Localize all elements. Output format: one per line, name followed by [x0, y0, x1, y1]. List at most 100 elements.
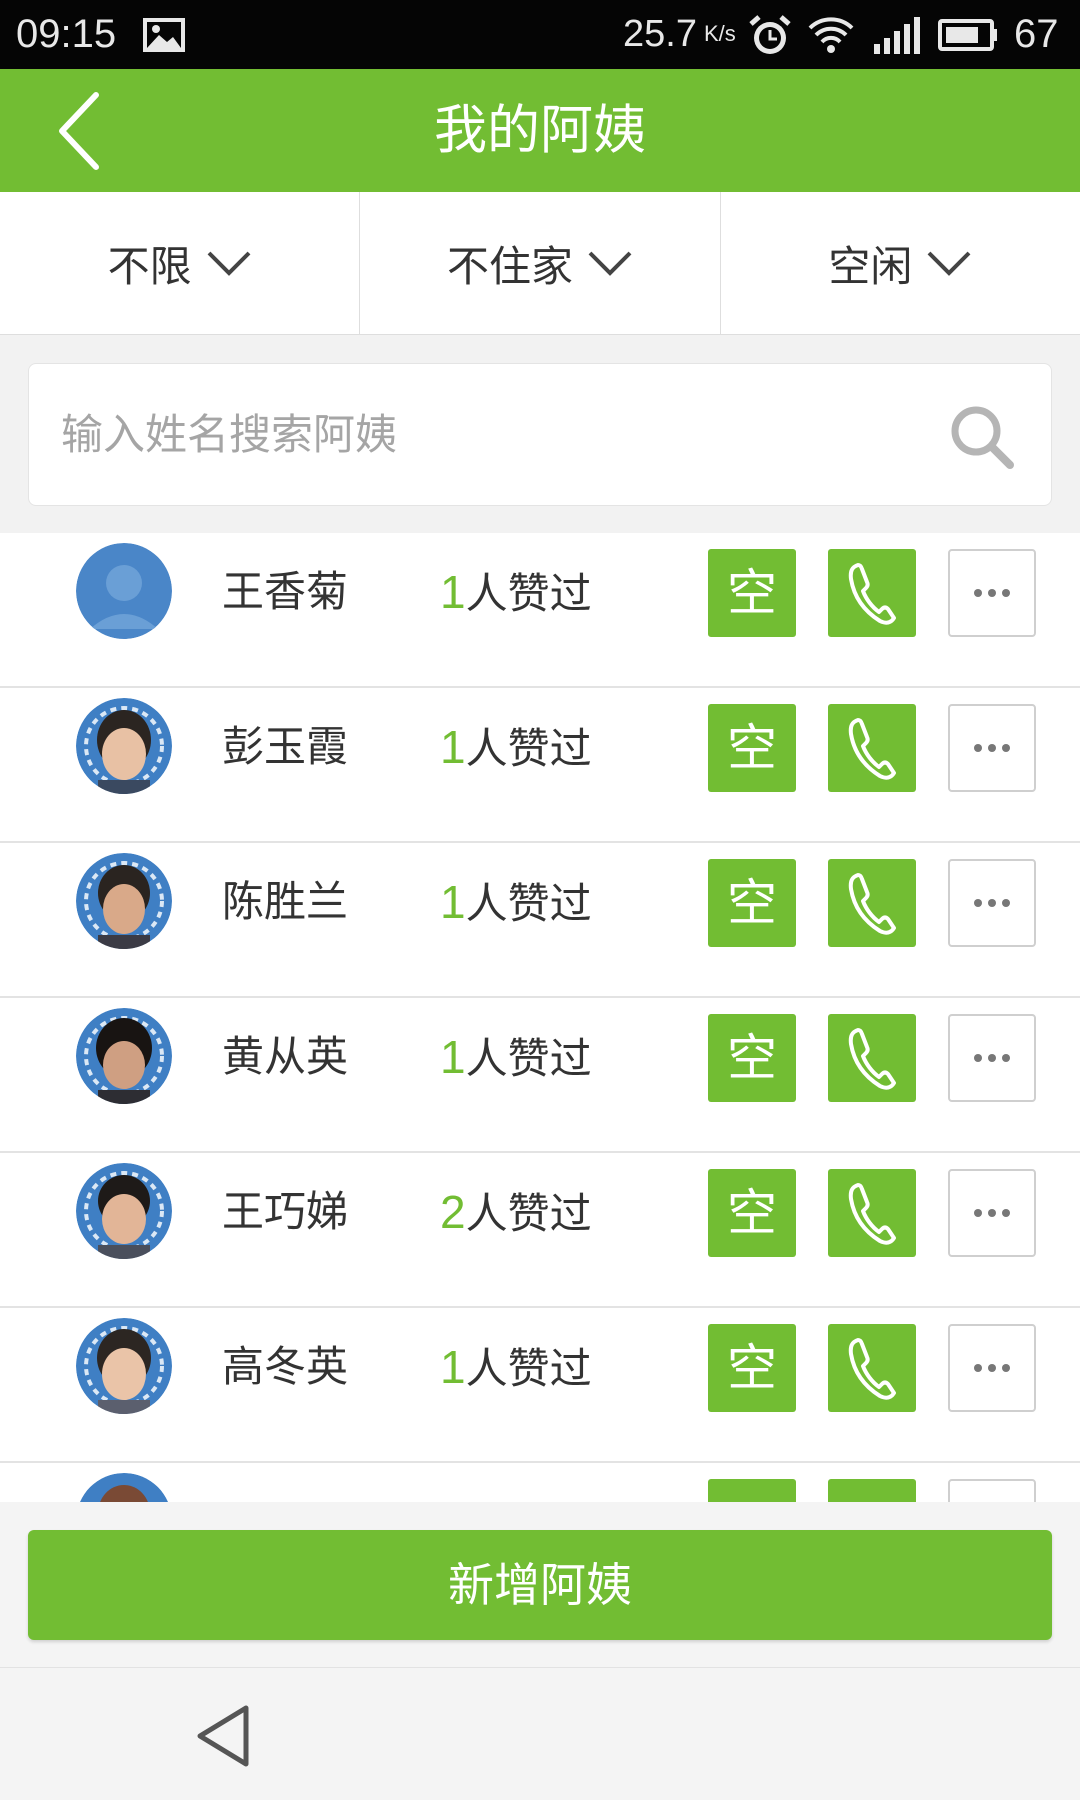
filter-tab-label: 空闲 [828, 241, 913, 291]
filter-tab-label: 不限 [107, 241, 192, 291]
call-button[interactable] [828, 704, 916, 792]
system-nav-bar [0, 1668, 1080, 1800]
battery-percent: 67 [1014, 12, 1059, 56]
likes-count: 1 [440, 1341, 466, 1393]
likes-suffix: 人赞过 [465, 569, 592, 618]
more-button[interactable] [948, 1324, 1036, 1412]
more-button[interactable] [948, 1014, 1036, 1102]
avatar[interactable] [76, 543, 172, 639]
nanny-name: 彭玉霞 [222, 722, 349, 771]
alarm-icon [749, 15, 791, 54]
filter-tab-label: 不住家 [446, 241, 573, 291]
nanny-list: 王香菊 1人赞过 空 彭玉霞 1人赞过 空 陈胜兰 1人赞过 空 黄从英 1人赞… [0, 533, 1080, 1502]
nav-back-icon[interactable] [194, 1704, 254, 1768]
list-item: 王巧娣 2人赞过 空 [0, 1153, 1080, 1308]
likes-text: 1人赞过 [440, 719, 592, 777]
likes-suffix: 人赞过 [465, 1034, 592, 1083]
filter-tab-residence[interactable]: 不住家 [359, 192, 719, 334]
likes-count: 1 [440, 721, 466, 773]
phone-icon [848, 1183, 896, 1245]
nanny-name: 黄从英 [222, 1032, 349, 1081]
likes-count: 1 [440, 1031, 466, 1083]
list-item [0, 1463, 1080, 1502]
list-item: 高冬英 1人赞过 空 [0, 1308, 1080, 1463]
likes-suffix: 人赞过 [465, 724, 592, 773]
search-icon[interactable] [947, 402, 1017, 472]
page-title: 我的阿姨 [434, 100, 646, 161]
more-button[interactable] [948, 704, 1036, 792]
phone-icon [848, 718, 896, 780]
more-dots-icon [974, 1364, 1010, 1372]
more-button[interactable] [948, 1479, 1036, 1502]
filter-bar: 不限 不住家 空闲 [0, 192, 1080, 335]
availability-button[interactable]: 空 [708, 1324, 796, 1412]
availability-button[interactable]: 空 [708, 549, 796, 637]
avatar[interactable] [76, 698, 172, 794]
call-button[interactable] [828, 859, 916, 947]
list-item: 陈胜兰 1人赞过 空 [0, 843, 1080, 998]
call-button[interactable] [828, 1324, 916, 1412]
search-input[interactable] [61, 364, 941, 505]
nanny-photo [76, 1163, 172, 1259]
gallery-icon [143, 18, 185, 52]
more-button[interactable] [948, 859, 1036, 947]
likes-text: 2人赞过 [440, 1184, 592, 1242]
availability-button[interactable]: 空 [708, 704, 796, 792]
avatar[interactable] [76, 1473, 172, 1502]
bottom-action-area: 新增阿姨 [0, 1502, 1080, 1668]
phone-icon [848, 873, 896, 935]
avatar[interactable] [76, 1318, 172, 1414]
chevron-down-icon [927, 251, 971, 276]
filter-tab-area[interactable]: 不限 [0, 192, 359, 334]
nanny-photo [76, 1318, 172, 1414]
likes-suffix: 人赞过 [465, 879, 592, 928]
list-item: 王香菊 1人赞过 空 [0, 533, 1080, 688]
battery-icon [938, 19, 997, 51]
availability-button[interactable]: 空 [708, 1169, 796, 1257]
avatar[interactable] [76, 1163, 172, 1259]
nanny-name: 王香菊 [222, 567, 349, 616]
more-dots-icon [974, 744, 1010, 752]
nanny-photo [76, 698, 172, 794]
likes-suffix: 人赞过 [465, 1189, 592, 1238]
nanny-name: 王巧娣 [222, 1187, 349, 1236]
list-item: 彭玉霞 1人赞过 空 [0, 688, 1080, 843]
phone-icon [848, 1028, 896, 1090]
network-speed-unit: K/s [704, 21, 736, 46]
status-time: 09:15 [16, 12, 117, 56]
chevron-down-icon [588, 251, 632, 276]
avatar[interactable] [76, 1008, 172, 1104]
signal-icon [874, 17, 920, 54]
likes-text: 1人赞过 [440, 1339, 592, 1397]
nanny-photo [76, 853, 172, 949]
availability-button[interactable] [708, 1479, 796, 1502]
availability-button[interactable]: 空 [708, 1014, 796, 1102]
avatar[interactable] [76, 853, 172, 949]
likes-text: 1人赞过 [440, 1029, 592, 1087]
likes-count: 1 [440, 876, 466, 928]
likes-text: 1人赞过 [440, 874, 592, 932]
more-button[interactable] [948, 549, 1036, 637]
back-arrow-icon[interactable] [52, 89, 122, 173]
more-button[interactable] [948, 1169, 1036, 1257]
more-dots-icon [974, 589, 1010, 597]
nanny-name: 陈胜兰 [222, 877, 349, 926]
likes-text: 1人赞过 [440, 564, 592, 622]
call-button[interactable] [828, 1014, 916, 1102]
likes-suffix: 人赞过 [465, 1344, 592, 1393]
likes-count: 1 [440, 566, 466, 618]
phone-icon [848, 563, 896, 625]
nanny-name: 高冬英 [222, 1342, 349, 1391]
likes-count: 2 [440, 1186, 466, 1238]
more-dots-icon [974, 899, 1010, 907]
add-nanny-button[interactable]: 新增阿姨 [28, 1530, 1052, 1640]
call-button[interactable] [828, 549, 916, 637]
call-button[interactable] [828, 1169, 916, 1257]
phone-icon [848, 1338, 896, 1400]
wifi-icon [808, 17, 854, 53]
nanny-photo [79, 1473, 169, 1502]
availability-button[interactable]: 空 [708, 859, 796, 947]
call-button[interactable] [828, 1479, 916, 1502]
filter-tab-availability[interactable]: 空闲 [719, 192, 1080, 334]
default-avatar-icon [76, 543, 172, 639]
